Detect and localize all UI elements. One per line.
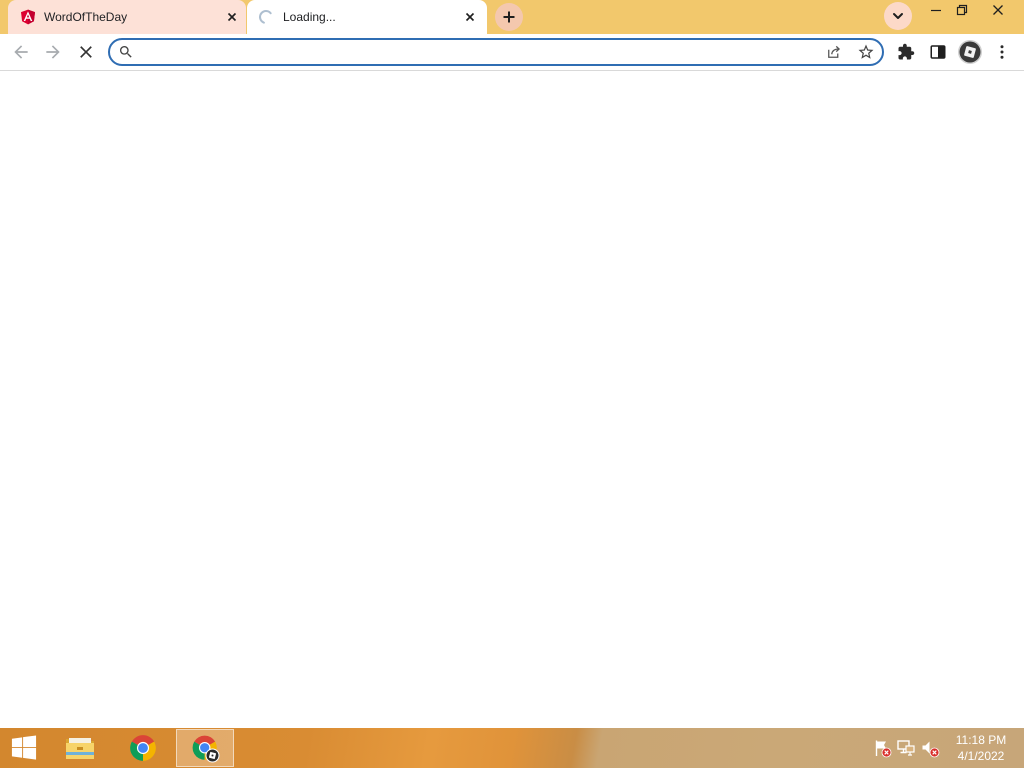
minimize-button[interactable] <box>923 0 949 20</box>
chrome-icon <box>129 734 157 762</box>
chevron-down-icon <box>890 8 906 24</box>
angular-icon <box>20 9 36 25</box>
omnibox-input[interactable] <box>140 42 810 62</box>
tab-search-button[interactable] <box>884 2 912 30</box>
taskbar-file-explorer[interactable] <box>51 728 109 768</box>
stop-button[interactable] <box>72 38 100 66</box>
tab-title: WordOfTheDay <box>44 10 128 24</box>
share-icon <box>825 43 843 61</box>
profile-button[interactable] <box>956 38 984 66</box>
clock-time: 11:18 PM <box>955 733 1007 747</box>
close-icon[interactable] <box>462 9 478 25</box>
window-close-button[interactable] <box>983 0 1013 20</box>
stop-icon <box>76 42 96 62</box>
network-icon <box>896 738 916 758</box>
speaker-muted-icon <box>920 738 940 758</box>
avatar-icon <box>958 40 982 64</box>
omnibox[interactable] <box>108 38 884 66</box>
start-button[interactable] <box>0 728 48 768</box>
search-icon <box>118 44 134 60</box>
bookmark-button[interactable] <box>854 40 878 64</box>
kebab-menu-icon <box>993 43 1011 61</box>
file-explorer-icon <box>64 732 96 764</box>
taskbar: 11:18 PM 4/1/2022 <box>0 728 1024 768</box>
clock-date: 4/1/2022 <box>957 749 1005 763</box>
extensions-button[interactable] <box>892 38 920 66</box>
back-button[interactable] <box>7 38 35 66</box>
tray-volume[interactable] <box>920 738 940 758</box>
chrome-menu-button[interactable] <box>988 38 1016 66</box>
plus-icon <box>501 9 517 25</box>
taskbar-chrome[interactable] <box>114 728 172 768</box>
share-button[interactable] <box>822 40 846 64</box>
tab-loading[interactable]: Loading... <box>247 0 487 34</box>
toolbar <box>0 34 1024 70</box>
side-panel-icon <box>929 43 947 61</box>
page-content[interactable] <box>0 71 1024 728</box>
action-center-flag-icon <box>872 738 892 758</box>
forward-arrow-icon <box>43 42 63 62</box>
tab-strip: WordOfTheDay Loading... <box>0 0 1024 34</box>
chrome-profile-icon <box>190 733 220 763</box>
puzzle-icon <box>897 43 915 61</box>
tray-action-center[interactable] <box>872 738 892 758</box>
star-icon <box>857 43 875 61</box>
tab-wordoftheday[interactable]: WordOfTheDay <box>8 0 246 34</box>
restore-icon <box>956 4 968 16</box>
new-tab-button[interactable] <box>495 3 523 31</box>
forward-button[interactable] <box>39 38 67 66</box>
side-panel-button[interactable] <box>924 38 952 66</box>
close-icon[interactable] <box>224 9 240 25</box>
restore-button[interactable] <box>949 0 975 20</box>
window-close-icon <box>992 4 1004 16</box>
tray-network[interactable] <box>896 738 916 758</box>
windows-logo-icon <box>11 735 37 761</box>
minimize-icon <box>930 4 942 16</box>
taskbar-clock[interactable]: 11:18 PM 4/1/2022 <box>951 728 1011 768</box>
taskbar-chrome-profile-active[interactable] <box>176 729 234 767</box>
back-arrow-icon <box>11 42 31 62</box>
loading-spinner-icon <box>258 9 274 25</box>
tab-title: Loading... <box>283 10 336 24</box>
